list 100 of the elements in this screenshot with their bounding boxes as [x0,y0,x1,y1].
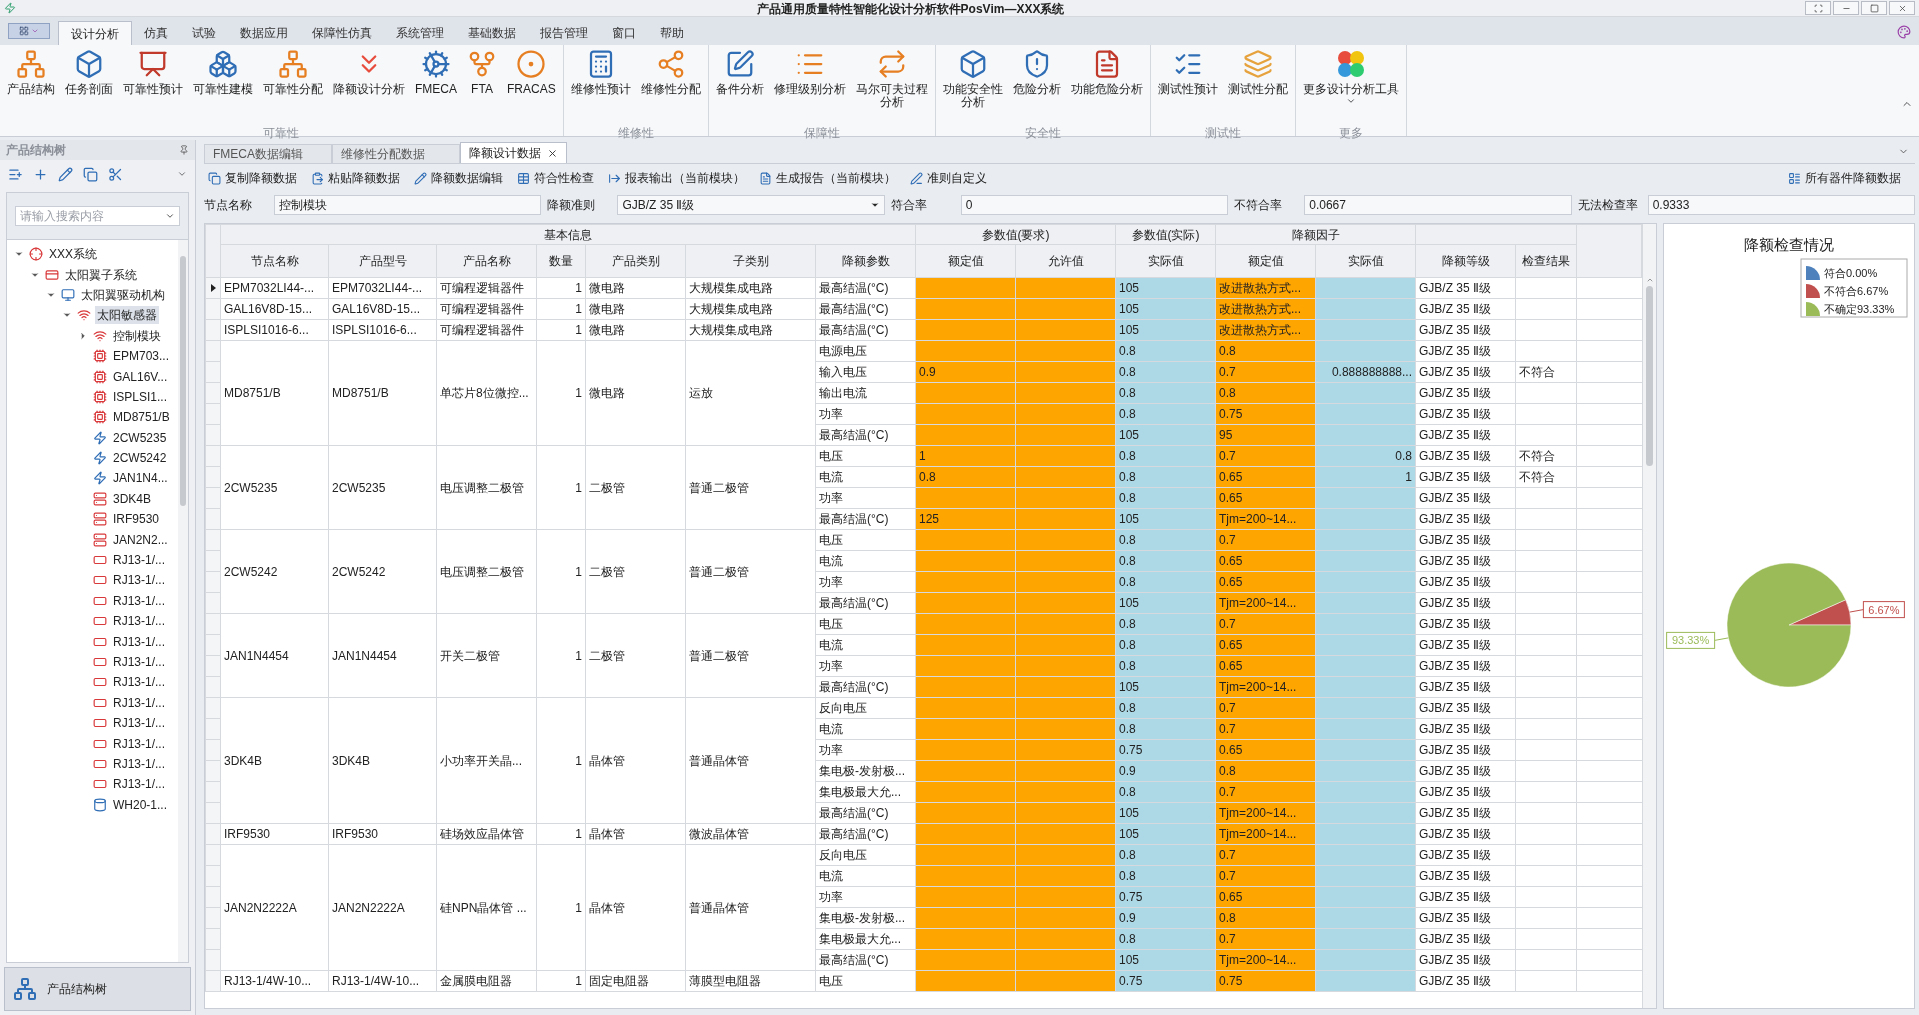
row-header-cell[interactable] [205,382,221,404]
ribbon-button[interactable]: 备件分析 [710,49,769,115]
ribbon-button[interactable]: 维修性预计 [565,49,636,115]
tree-item[interactable]: IRF9530 [111,510,162,529]
tree-item[interactable]: 2CW5235 [111,428,169,447]
column-header[interactable]: 节点名称 [220,244,329,278]
column-header[interactable]: 实际值 [1315,244,1416,278]
ribbon-button[interactable]: 危险分析 [1007,49,1066,115]
row-header-cell[interactable] [205,319,221,341]
row-header-cell[interactable] [205,613,221,635]
row-header-cell[interactable] [205,508,221,530]
text-field[interactable]: 0.0667 [1304,195,1572,215]
row-header-cell[interactable] [205,865,221,887]
tree-item[interactable]: RJ13-1/... [111,612,168,631]
ribbon-button[interactable]: 测试性分配 [1222,49,1293,115]
menu-tab[interactable]: 帮助 [648,21,696,45]
row-header-cell[interactable] [205,445,221,467]
toolbar-button[interactable]: 准则自定义 [910,169,987,187]
tree-panel-button[interactable]: 产品结构树 [4,967,191,1011]
add-child-icon[interactable] [8,166,23,182]
palette-icon[interactable] [1897,25,1911,39]
column-header[interactable]: 降额等级 [1415,244,1516,278]
menu-tab[interactable]: 保障性仿真 [300,21,384,45]
scrollbar-thumb[interactable] [1646,286,1653,466]
tree-item[interactable]: RJ13-1/... [111,571,168,590]
row-header-cell[interactable] [205,823,221,845]
ribbon-button[interactable]: 产品结构 [2,49,60,115]
tree-item[interactable]: 太阳翼子系统 [63,265,139,284]
select-field[interactable]: GJB/Z 35 Ⅱ级 [617,195,885,215]
tree-item[interactable]: WH20-1... [111,795,169,814]
row-header-cell[interactable] [205,529,221,551]
column-header[interactable]: 数量 [536,244,586,278]
row-header-cell[interactable] [205,487,221,509]
ribbon-button[interactable]: 功能安全性 分析 [937,49,1008,115]
pencil-icon[interactable] [58,166,73,182]
ribbon-button[interactable]: 可靠性预计 [118,49,188,115]
row-header-cell[interactable] [205,361,221,383]
document-tab[interactable]: 降额设计数据 [460,142,567,163]
tree-item[interactable]: RJ13-1/... [111,551,168,570]
tree-item[interactable]: 3DK4B [111,489,154,508]
row-header-cell[interactable] [205,844,221,866]
row-header-cell[interactable] [205,739,221,761]
row-header-cell[interactable] [205,802,221,824]
close-tab-icon[interactable] [547,147,558,159]
row-header-cell[interactable] [205,466,221,488]
ribbon-button[interactable]: 可靠性分配 [258,49,328,115]
scrollbar[interactable] [178,240,188,962]
menu-tab[interactable]: 仿真 [132,21,180,45]
ribbon-button[interactable]: 任务剖面 [60,49,118,115]
tree-item[interactable]: XXX系统 [47,245,99,264]
toolbar-button[interactable]: 符合性检查 [517,169,594,187]
menu-tab[interactable]: 基础数据 [456,21,528,45]
column-header[interactable]: 产品名称 [436,244,537,278]
row-header-cell[interactable] [205,928,221,950]
text-field[interactable]: 控制模块 [274,195,542,215]
column-header[interactable]: 产品类别 [585,244,686,278]
toolbar-button[interactable]: 报表输出（当前模块） [608,169,745,187]
maximize-button[interactable] [1861,1,1887,15]
column-header[interactable]: 允许值 [1015,244,1116,278]
tree-item[interactable]: 太阳敏感器 [95,306,159,325]
row-header-cell[interactable] [205,403,221,425]
ribbon-button[interactable]: 修理级别分析 [768,49,851,115]
row-header-cell[interactable] [205,970,221,992]
toolbar-overflow-icon[interactable] [177,169,187,179]
tree-item[interactable]: RJ13-1/... [111,693,168,712]
add-icon[interactable] [33,166,48,182]
ribbon-button[interactable]: 测试性预计 [1152,49,1223,115]
row-header-cell[interactable] [205,886,221,908]
text-field[interactable]: 0.9333 [1647,195,1916,215]
ribbon-button[interactable]: 降额设计分析 [328,49,410,115]
row-header-cell[interactable] [205,424,221,446]
row-header-cell[interactable] [205,340,221,362]
column-header[interactable]: 实际值 [1115,244,1216,278]
row-header-cell[interactable] [205,949,221,971]
scrollbar-thumb[interactable] [180,256,186,506]
column-header[interactable]: 产品型号 [328,244,437,278]
row-header-cell[interactable] [205,655,221,677]
column-header[interactable]: 降额参数 [815,244,916,278]
ribbon-button[interactable]: FTA [462,49,502,115]
row-header-cell[interactable] [205,760,221,782]
row-header-cell[interactable] [205,781,221,803]
row-header-cell[interactable] [205,907,221,929]
menu-tab[interactable]: 窗口 [600,21,648,45]
expand-arrow-icon[interactable] [78,330,88,341]
document-tab[interactable]: 维修性分配数据 [332,144,460,163]
row-header-cell[interactable] [205,550,221,572]
tree-item[interactable]: RJ13-1/... [111,673,168,692]
ribbon-button[interactable]: 更多设计分析工具 [1297,49,1404,115]
scrollbar[interactable] [1642,224,1656,1008]
toolbar-button[interactable]: 所有器件降额数据 [1788,169,1901,187]
search-field[interactable]: 请输入搜索内容 [15,206,180,226]
row-header-cell[interactable] [205,697,221,719]
row-header-cell[interactable] [205,718,221,740]
tree-item[interactable]: MD8751/B [111,408,172,427]
tree-item[interactable]: 太阳翼驱动机构 [79,285,167,304]
row-header-cell[interactable] [205,592,221,614]
menu-tab[interactable]: 系统管理 [384,21,456,45]
toolbar-button[interactable]: 生成报告（当前模块） [759,169,896,187]
tree-item[interactable]: RJ13-1/... [111,754,168,773]
tree-item[interactable]: RJ13-1/... [111,775,168,794]
